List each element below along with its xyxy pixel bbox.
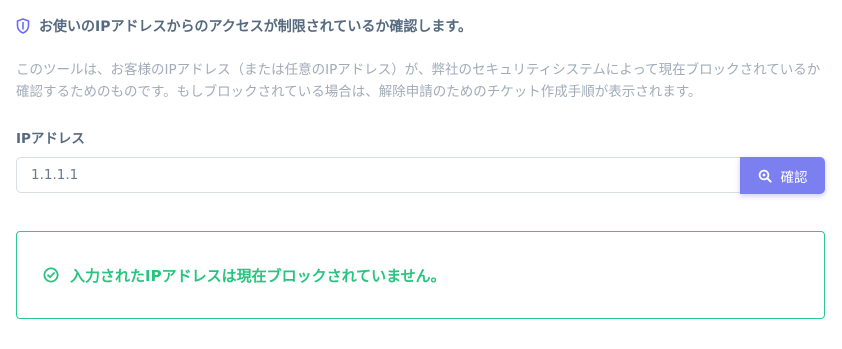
ip-address-label: IPアドレス (16, 131, 85, 147)
ip-address-input[interactable] (16, 157, 740, 193)
check-circle-icon (43, 267, 59, 283)
tool-description: このツールは、お客様のIPアドレス（または任意のIPアドレス）が、弊社のセキュリ… (16, 62, 821, 100)
result-alert: 入力されたIPアドレスは現在ブロックされていません。 (16, 231, 825, 319)
check-button[interactable]: 確認 (740, 157, 825, 194)
panel-title: お使いのIPアドレスからのアクセスが制限されているか確認します。 (39, 19, 472, 35)
ip-check-panel: お使いのIPアドレスからのアクセスが制限されているか確認します。 このツールは、… (0, 0, 842, 349)
search-icon (758, 169, 772, 183)
panel-header: お使いのIPアドレスからのアクセスが制限されているか確認します。 (16, 16, 472, 36)
result-message: 入力されたIPアドレスは現在ブロックされていません。 (70, 266, 446, 285)
shield-icon (16, 18, 30, 34)
check-button-label: 確認 (780, 169, 808, 186)
